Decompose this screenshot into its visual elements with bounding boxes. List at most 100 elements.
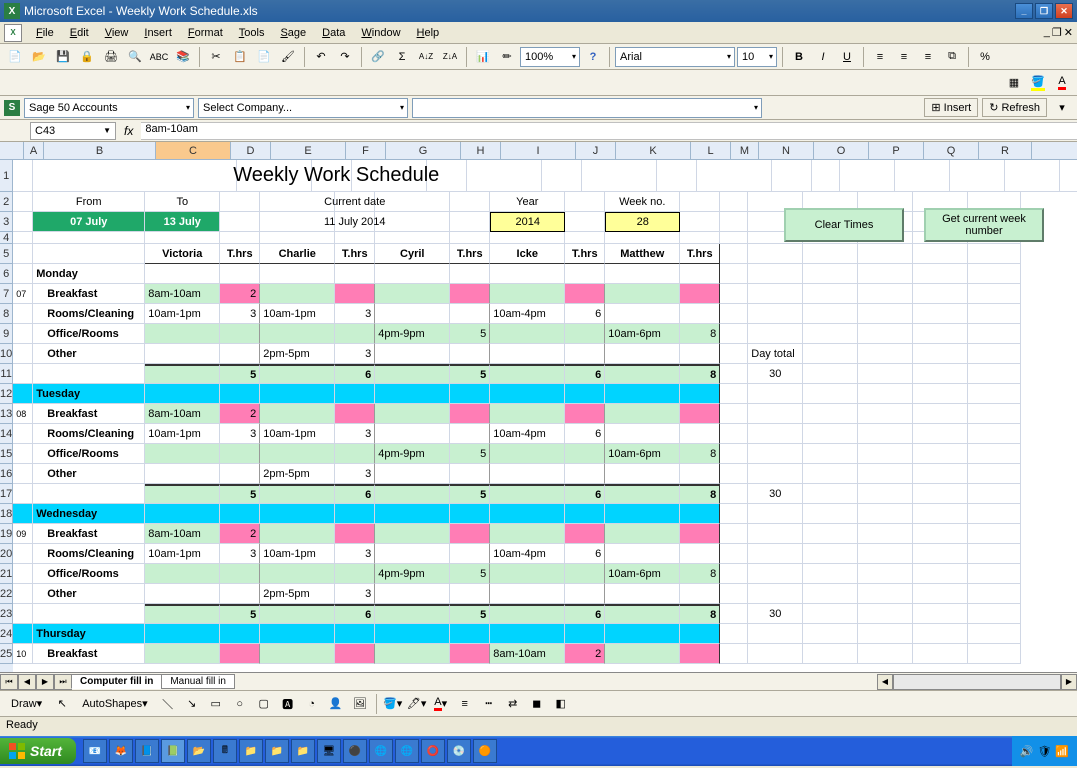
cell-L24[interactable] (680, 624, 720, 644)
column-headers[interactable]: ABCDEFGHIJKLMNOPQR (24, 142, 1077, 160)
cell-L17[interactable]: 8 (680, 484, 720, 504)
cell-N18[interactable] (748, 504, 803, 524)
cell-A17[interactable] (13, 484, 33, 504)
cell-C19[interactable]: 8am-10am (145, 524, 220, 544)
cell-D20[interactable]: 3 (220, 544, 260, 564)
cell-B12[interactable]: Tuesday (33, 384, 145, 404)
picture-icon[interactable]: 🖼 (349, 693, 371, 715)
cell-G6[interactable] (375, 264, 450, 284)
cell-C12[interactable] (145, 384, 220, 404)
cell-G3[interactable] (375, 212, 450, 232)
taskbar-app-3[interactable]: 📘 (135, 739, 159, 763)
cell-F25[interactable] (335, 644, 375, 664)
sage-dropdown-icon[interactable]: ▾ (1051, 97, 1073, 119)
cell-B2[interactable]: From (33, 192, 145, 212)
cell-B20[interactable]: Rooms/Cleaning (33, 544, 145, 564)
save-icon[interactable]: 💾 (52, 46, 74, 68)
cell-Q20[interactable] (913, 544, 968, 564)
menu-insert[interactable]: Insert (136, 25, 180, 41)
cell-C8[interactable]: 10am-1pm (145, 304, 220, 324)
cell-H4[interactable] (450, 232, 490, 244)
cell-G12[interactable] (375, 384, 450, 404)
3d-icon[interactable]: ◧ (550, 693, 572, 715)
cell-H12[interactable] (450, 384, 490, 404)
cell-A2[interactable] (13, 192, 33, 212)
cell-I11[interactable] (490, 364, 565, 384)
cell-P17[interactable] (858, 484, 913, 504)
cell-J5[interactable]: T.hrs (565, 244, 605, 264)
row-header-11[interactable]: 11 (0, 364, 13, 384)
cell-M7[interactable] (720, 284, 748, 304)
cell-O6[interactable] (803, 264, 858, 284)
cell-P24[interactable] (858, 624, 913, 644)
cell-J20[interactable]: 6 (565, 544, 605, 564)
cell-J6[interactable] (565, 264, 605, 284)
cell-P13[interactable] (858, 404, 913, 424)
cell-G4[interactable] (375, 232, 450, 244)
cell-O21[interactable] (803, 564, 858, 584)
menu-sage[interactable]: Sage (272, 25, 314, 41)
row-header-18[interactable]: 18 (0, 504, 13, 524)
cell-C14[interactable]: 10am-1pm (145, 424, 220, 444)
cell-D13[interactable]: 2 (220, 404, 260, 424)
cell-K2[interactable]: Week no. (605, 192, 680, 212)
cell-R23[interactable] (968, 604, 1021, 624)
cell-K3[interactable]: 28 (605, 212, 680, 232)
row-header-6[interactable]: 6 (0, 264, 13, 284)
cell-I7[interactable] (490, 284, 565, 304)
cell-R12[interactable] (968, 384, 1021, 404)
start-button[interactable]: Start (0, 738, 76, 764)
cell-Q22[interactable] (913, 584, 968, 604)
cell-D19[interactable]: 2 (220, 524, 260, 544)
tray-icon[interactable]: 🔊 (1020, 745, 1034, 758)
cell-K8[interactable] (605, 304, 680, 324)
cell-M1[interactable] (812, 160, 840, 192)
cell-L16[interactable] (680, 464, 720, 484)
taskbar-app-8[interactable]: 📁 (265, 739, 289, 763)
cell-M6[interactable] (720, 264, 748, 284)
cell-L3[interactable] (680, 212, 720, 232)
redo-icon[interactable]: ↷ (334, 46, 356, 68)
maximize-button[interactable]: ❐ (1035, 3, 1053, 19)
row-header-21[interactable]: 21 (0, 564, 13, 584)
cell-Q6[interactable] (913, 264, 968, 284)
cell-R18[interactable] (968, 504, 1021, 524)
row-header-2[interactable]: 2 (0, 192, 13, 212)
cell-D14[interactable]: 3 (220, 424, 260, 444)
cell-H19[interactable] (450, 524, 490, 544)
cell-B13[interactable]: Breakfast (33, 404, 145, 424)
cell-A19[interactable]: 09 (13, 524, 33, 544)
worksheet[interactable]: ABCDEFGHIJKLMNOPQR 123456789101112131415… (0, 142, 1077, 672)
cell-L20[interactable] (680, 544, 720, 564)
menu-tools[interactable]: Tools (231, 25, 273, 41)
cell-E11[interactable] (260, 364, 335, 384)
cell-N15[interactable] (748, 444, 803, 464)
cell-K19[interactable] (605, 524, 680, 544)
cell-M13[interactable] (720, 404, 748, 424)
cell-C20[interactable]: 10am-1pm (145, 544, 220, 564)
cell-B17[interactable] (33, 484, 145, 504)
cell-F12[interactable] (335, 384, 375, 404)
cell-N19[interactable] (748, 524, 803, 544)
doc-icon[interactable]: X (4, 24, 22, 42)
cell-H21[interactable]: 5 (450, 564, 490, 584)
cell-D18[interactable] (220, 504, 260, 524)
cell-G22[interactable] (375, 584, 450, 604)
cell-L6[interactable] (680, 264, 720, 284)
minimize-button[interactable]: _ (1015, 3, 1033, 19)
cell-K21[interactable]: 10am-6pm (605, 564, 680, 584)
cell-I3[interactable]: 2014 (490, 212, 565, 232)
cell-R25[interactable] (968, 644, 1021, 664)
cell-D7[interactable]: 2 (220, 284, 260, 304)
tray-icon[interactable]: 🛡 (1037, 745, 1051, 758)
cell-L18[interactable] (680, 504, 720, 524)
cell-B3[interactable]: 07 July (33, 212, 145, 232)
cell-B10[interactable]: Other (33, 344, 145, 364)
arrow-icon[interactable]: ↘ (181, 693, 203, 715)
cell-E6[interactable] (260, 264, 335, 284)
cell-B7[interactable]: Breakfast (33, 284, 145, 304)
cell-J11[interactable]: 6 (565, 364, 605, 384)
cell-C10[interactable] (145, 344, 220, 364)
cell-G2[interactable] (375, 192, 450, 212)
cell-D16[interactable] (220, 464, 260, 484)
